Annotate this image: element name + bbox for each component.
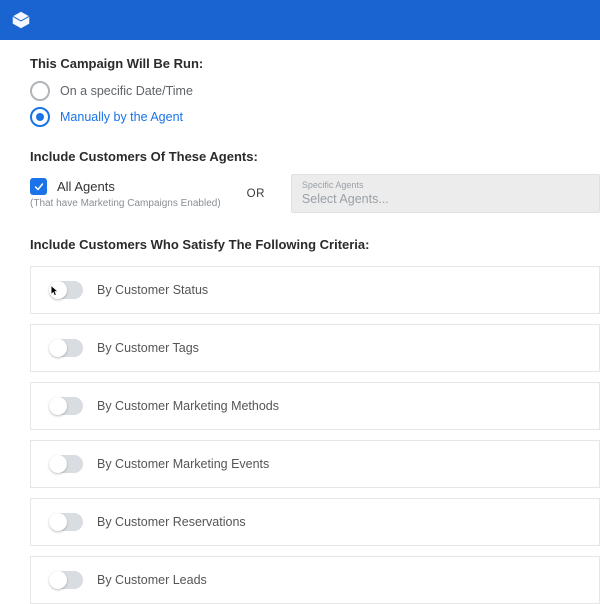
- select-caption: Specific Agents: [302, 181, 589, 190]
- criteria-toggle[interactable]: [49, 339, 83, 357]
- select-placeholder: Select Agents...: [302, 192, 589, 206]
- radio-icon[interactable]: [30, 81, 50, 101]
- criteria-item: By Customer Marketing Methods: [30, 382, 600, 430]
- or-label: OR: [247, 188, 265, 200]
- criteria-toggle[interactable]: [49, 281, 83, 299]
- criteria-label: By Customer Marketing Events: [97, 457, 269, 471]
- criteria-item: By Customer Status: [30, 266, 600, 314]
- criteria-label: By Customer Reservations: [97, 515, 246, 529]
- criteria-toggle[interactable]: [49, 397, 83, 415]
- agents-row: All Agents (That have Marketing Campaign…: [30, 174, 600, 213]
- run-option-label: On a specific Date/Time: [60, 84, 193, 98]
- criteria-label: By Customer Marketing Methods: [97, 399, 279, 413]
- specific-agents-select[interactable]: Specific Agents Select Agents...: [291, 174, 600, 213]
- criteria-item: By Customer Reservations: [30, 498, 600, 546]
- all-agents-hint: (That have Marketing Campaigns Enabled): [30, 198, 221, 209]
- all-agents-checkbox[interactable]: [30, 178, 47, 195]
- all-agents-label: All Agents: [57, 179, 115, 194]
- run-section-heading: This Campaign Will Be Run:: [30, 56, 600, 71]
- run-option[interactable]: Manually by the Agent: [30, 107, 600, 127]
- criteria-label: By Customer Tags: [97, 341, 199, 355]
- criteria-section-heading: Include Customers Who Satisfy The Follow…: [30, 237, 600, 252]
- agents-section-heading: Include Customers Of These Agents:: [30, 149, 600, 164]
- criteria-label: By Customer Status: [97, 283, 208, 297]
- run-option-label: Manually by the Agent: [60, 110, 183, 124]
- criteria-item: By Customer Marketing Events: [30, 440, 600, 488]
- criteria-toggle[interactable]: [49, 513, 83, 531]
- app-logo-icon: [10, 9, 32, 31]
- criteria-item: By Customer Tags: [30, 324, 600, 372]
- run-option[interactable]: On a specific Date/Time: [30, 81, 600, 101]
- criteria-item: By Customer Leads: [30, 556, 600, 604]
- radio-icon[interactable]: [30, 107, 50, 127]
- criteria-toggle[interactable]: [49, 455, 83, 473]
- criteria-toggle[interactable]: [49, 571, 83, 589]
- app-header: [0, 0, 600, 40]
- criteria-label: By Customer Leads: [97, 573, 207, 587]
